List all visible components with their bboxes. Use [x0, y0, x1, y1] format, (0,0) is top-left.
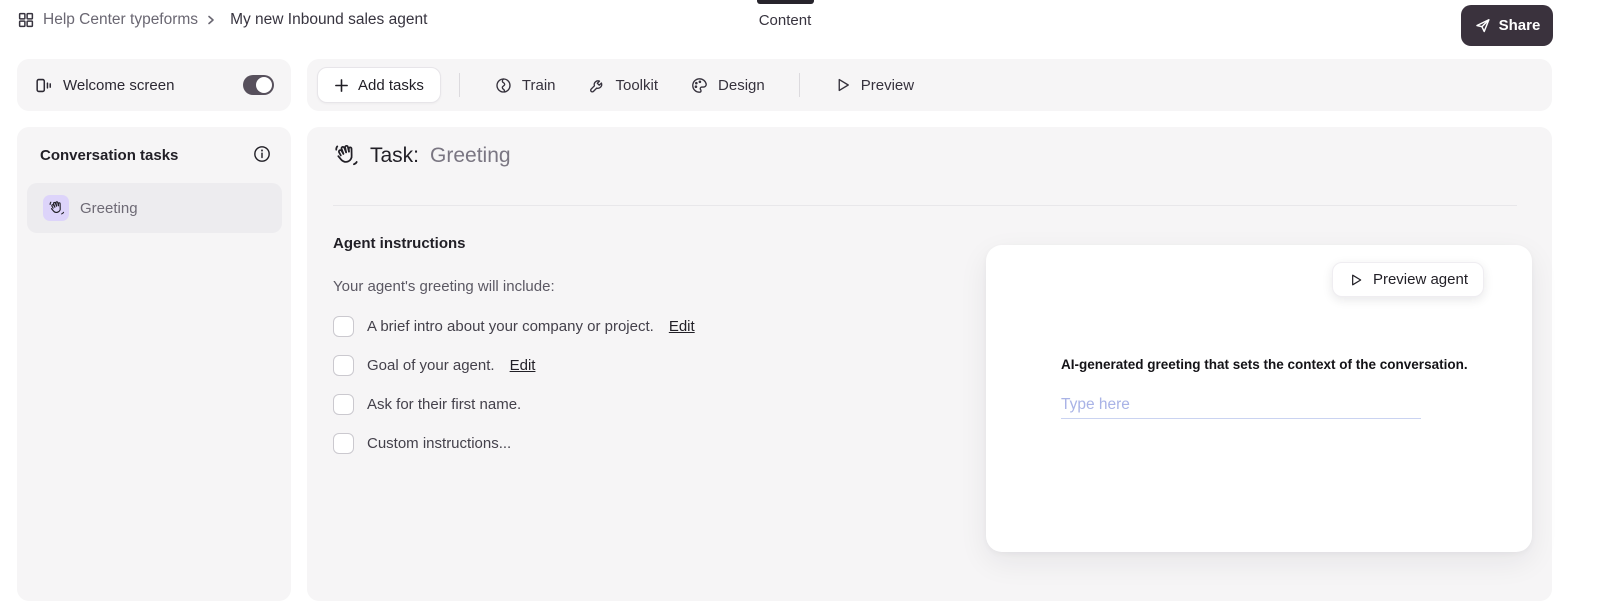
task-editor-panel: Task: Greeting Agent instructions Your a…: [307, 127, 1552, 601]
task-list-item-label: Greeting: [80, 199, 138, 217]
toolbar-divider: [458, 73, 460, 97]
wrench-icon: [588, 76, 607, 95]
checkbox-first-name[interactable]: [333, 393, 354, 415]
welcome-screen-label: Welcome screen: [63, 76, 175, 94]
agent-instructions-title: Agent instructions: [333, 235, 466, 252]
form-title[interactable]: My new Inbound sales agent: [230, 11, 427, 29]
tab-content-label: Content: [758, 12, 812, 29]
toggle-knob: [256, 77, 272, 93]
brain-icon: [494, 76, 513, 95]
wave-hand-icon: [48, 200, 65, 217]
active-tab-indicator: [756, 0, 814, 4]
edit-link[interactable]: Edit: [510, 357, 536, 374]
task-header-name: Greeting: [430, 144, 511, 167]
design-button[interactable]: Design: [674, 76, 781, 95]
play-icon: [834, 76, 852, 94]
ai-greeting-description: AI-generated greeting that sets the cont…: [1061, 357, 1468, 372]
chevron-right-icon: [206, 15, 216, 25]
preview-agent-button-label: Preview agent: [1372, 271, 1468, 288]
checklist-item-label: Custom instructions...: [367, 434, 512, 452]
toolkit-label: Toolkit: [615, 76, 659, 94]
checkbox-goal[interactable]: [333, 354, 354, 376]
train-button[interactable]: Train: [478, 76, 572, 95]
share-button-label: Share: [1498, 17, 1541, 34]
instructions-checklist: A brief intro about your company or proj…: [333, 315, 695, 454]
toolbar-divider: [798, 73, 800, 97]
toolkit-button[interactable]: Toolkit: [572, 76, 675, 95]
breadcrumb-workspace[interactable]: Help Center typeforms: [43, 11, 198, 29]
top-bar: Help Center typeforms My new Inbound sal…: [0, 0, 1600, 46]
conversation-tasks-panel: Conversation tasks Greeting: [17, 127, 291, 601]
edit-link[interactable]: Edit: [669, 318, 695, 335]
preview-button[interactable]: Preview: [818, 76, 930, 94]
header-divider: [333, 205, 1517, 206]
add-tasks-button[interactable]: Add tasks: [317, 67, 441, 103]
checkbox-brief-intro[interactable]: [333, 315, 354, 337]
welcome-screen-toggle[interactable]: [243, 75, 274, 95]
tab-content[interactable]: Content: [742, 0, 828, 29]
conversation-tasks-title: Conversation tasks: [40, 147, 179, 164]
checkbox-custom-instructions[interactable]: [333, 432, 354, 454]
wave-hand-icon: [333, 143, 359, 169]
palette-icon: [690, 76, 709, 95]
design-label: Design: [718, 76, 765, 94]
breadcrumb: Help Center typeforms My new Inbound sal…: [17, 11, 427, 29]
agent-preview-card: Preview agent AI-generated greeting that…: [986, 245, 1532, 552]
checklist-item: A brief intro about your company or proj…: [333, 315, 695, 337]
preview-answer-input[interactable]: [1061, 391, 1421, 419]
app-window: Help Center typeforms My new Inbound sal…: [0, 0, 1600, 601]
plus-icon: [334, 78, 349, 93]
checklist-item-label: A brief intro about your company or proj…: [367, 317, 654, 335]
info-icon[interactable]: [252, 144, 272, 167]
task-header-prefix: Task:: [370, 144, 420, 167]
instructions-intro: Your agent's greeting will include:: [333, 278, 555, 295]
welcome-screen-icon: [34, 76, 53, 95]
checklist-item: Goal of your agent. Edit: [333, 354, 695, 376]
checklist-item: Ask for their first name.: [333, 393, 695, 415]
share-button[interactable]: Share: [1461, 5, 1553, 46]
welcome-screen-card: Welcome screen: [17, 59, 291, 111]
checklist-item-label: Ask for their first name.: [367, 395, 522, 413]
builder-toolbar: Add tasks Train Toolkit Design Preview: [307, 59, 1552, 111]
task-list-item-greeting[interactable]: Greeting: [27, 183, 282, 233]
task-chip: [43, 195, 69, 221]
send-icon: [1474, 17, 1491, 34]
train-label: Train: [521, 76, 556, 94]
checklist-item: Custom instructions...: [333, 432, 695, 454]
play-icon: [1348, 272, 1364, 288]
preview-label: Preview: [860, 76, 915, 94]
task-header: Task: Greeting: [333, 143, 511, 169]
add-tasks-label: Add tasks: [358, 76, 424, 94]
checklist-item-label: Goal of your agent.: [367, 356, 495, 374]
preview-agent-button[interactable]: Preview agent: [1331, 262, 1484, 297]
workspace-grid-icon[interactable]: [17, 11, 35, 29]
